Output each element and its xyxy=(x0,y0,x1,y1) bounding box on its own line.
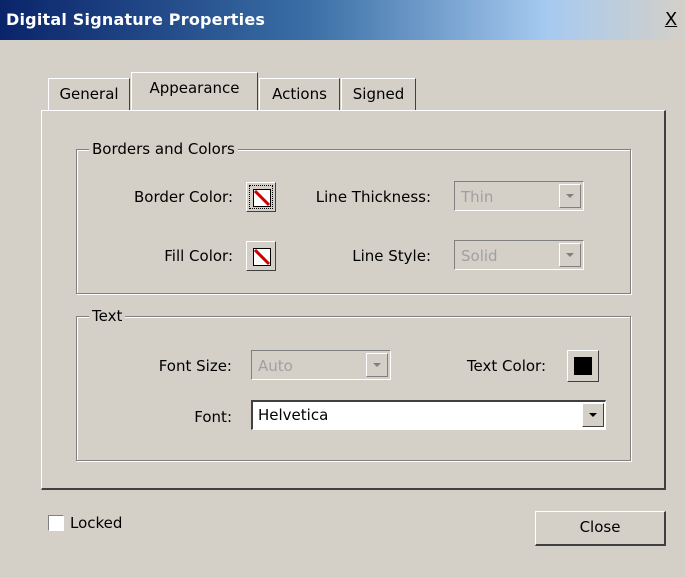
line-thickness-label: Line Thickness: xyxy=(315,188,431,206)
dialog-window: Digital Signature Properties X General A… xyxy=(0,0,685,577)
line-style-select[interactable]: Solid xyxy=(454,240,584,270)
text-color-button[interactable] xyxy=(567,350,599,382)
tab-signed-label: Signed xyxy=(352,85,405,103)
chevron-down-icon[interactable] xyxy=(366,353,388,377)
tab-appearance[interactable]: Appearance xyxy=(131,72,258,110)
no-color-icon xyxy=(253,189,271,207)
title-bar[interactable]: Digital Signature Properties X xyxy=(0,0,685,40)
locked-label: Locked xyxy=(70,514,123,532)
borders-and-colors-title: Borders and Colors xyxy=(89,139,238,159)
text-color-label: Text Color: xyxy=(466,357,546,375)
tab-appearance-label: Appearance xyxy=(149,79,240,97)
tab-signed[interactable]: Signed xyxy=(341,78,416,110)
chevron-down-icon[interactable] xyxy=(582,403,604,427)
text-group-title: Text xyxy=(89,306,126,326)
close-icon[interactable]: X xyxy=(663,10,679,30)
close-button[interactable]: Close xyxy=(535,511,666,546)
no-color-icon xyxy=(253,248,271,266)
line-thickness-select[interactable]: Thin xyxy=(454,181,584,211)
tab-actions[interactable]: Actions xyxy=(259,78,340,110)
tab-general[interactable]: General xyxy=(48,78,130,110)
chevron-down-icon[interactable] xyxy=(559,243,581,267)
line-style-value: Solid xyxy=(461,247,498,265)
line-style-label: Line Style: xyxy=(352,247,431,265)
tab-actions-label: Actions xyxy=(272,85,327,103)
font-size-label: Font Size: xyxy=(158,357,232,375)
font-size-value: Auto xyxy=(258,357,293,375)
fill-color-button[interactable] xyxy=(246,241,276,271)
border-color-button[interactable] xyxy=(246,182,276,212)
border-color-label: Border Color: xyxy=(133,188,233,206)
locked-checkbox[interactable] xyxy=(48,515,64,531)
font-label: Font: xyxy=(194,408,232,426)
borders-and-colors-group: Borders and Colors Border Color: Fill Co… xyxy=(76,139,631,294)
window-title: Digital Signature Properties xyxy=(6,10,266,29)
font-select[interactable]: Helvetica xyxy=(251,400,606,430)
chevron-down-icon[interactable] xyxy=(559,184,581,208)
line-thickness-value: Thin xyxy=(461,188,494,206)
appearance-panel: Borders and Colors Border Color: Fill Co… xyxy=(41,110,666,490)
close-button-label: Close xyxy=(579,518,621,536)
tab-general-label: General xyxy=(59,85,119,103)
text-group: Text Font Size: Auto Text Color: Font: H… xyxy=(76,306,631,461)
fill-color-label: Fill Color: xyxy=(164,247,233,265)
font-size-select[interactable]: Auto xyxy=(251,350,391,380)
font-value: Helvetica xyxy=(258,406,329,424)
text-color-swatch xyxy=(574,357,592,375)
